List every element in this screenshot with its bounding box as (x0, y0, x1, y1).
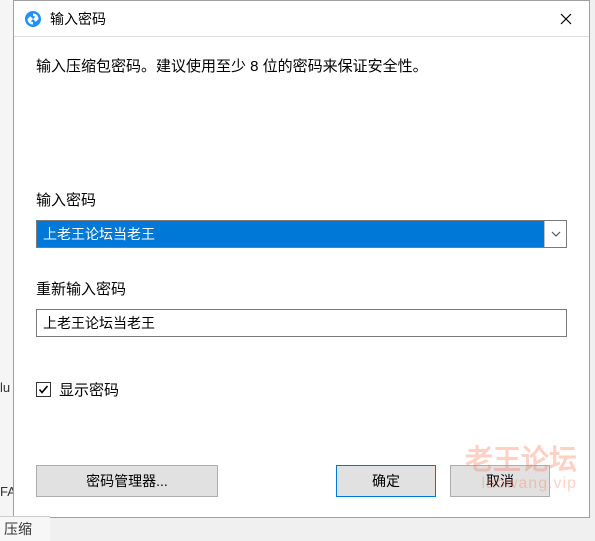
show-password-checkbox[interactable] (36, 382, 51, 397)
close-icon (560, 13, 572, 25)
password-field-group: 输入密码 (36, 189, 567, 248)
show-password-label: 显示密码 (59, 379, 119, 400)
titlebar: 输入密码 (14, 1, 589, 37)
confirm-input[interactable] (36, 309, 567, 337)
app-icon (24, 10, 42, 28)
background-text-1: lu (0, 380, 10, 395)
confirm-label: 重新输入密码 (36, 278, 567, 299)
background-strip (0, 0, 13, 541)
titlebar-title: 输入密码 (50, 9, 543, 29)
close-button[interactable] (543, 1, 589, 37)
ok-button[interactable]: 确定 (336, 465, 436, 497)
password-input[interactable] (37, 221, 544, 247)
password-label: 输入密码 (36, 189, 567, 210)
password-dropdown-button[interactable] (544, 221, 566, 247)
chevron-down-icon (551, 231, 561, 237)
show-password-row[interactable]: 显示密码 (36, 379, 567, 400)
confirm-field-group: 重新输入密码 (36, 278, 567, 337)
background-bottom-label: 压缩 (0, 516, 50, 541)
password-combobox[interactable] (36, 220, 567, 248)
dialog-content: 输入压缩包密码。建议使用至少 8 位的密码来保证安全性。 输入密码 重新输入密码 (14, 37, 589, 465)
password-dialog: 输入密码 输入压缩包密码。建议使用至少 8 位的密码来保证安全性。 输入密码 重… (13, 0, 590, 518)
instruction-text: 输入压缩包密码。建议使用至少 8 位的密码来保证安全性。 (36, 55, 567, 79)
password-manager-button[interactable]: 密码管理器... (36, 465, 218, 497)
cancel-button[interactable]: 取消 (450, 465, 550, 497)
button-row: 密码管理器... 确定 取消 (14, 465, 589, 517)
checkmark-icon (38, 384, 49, 395)
